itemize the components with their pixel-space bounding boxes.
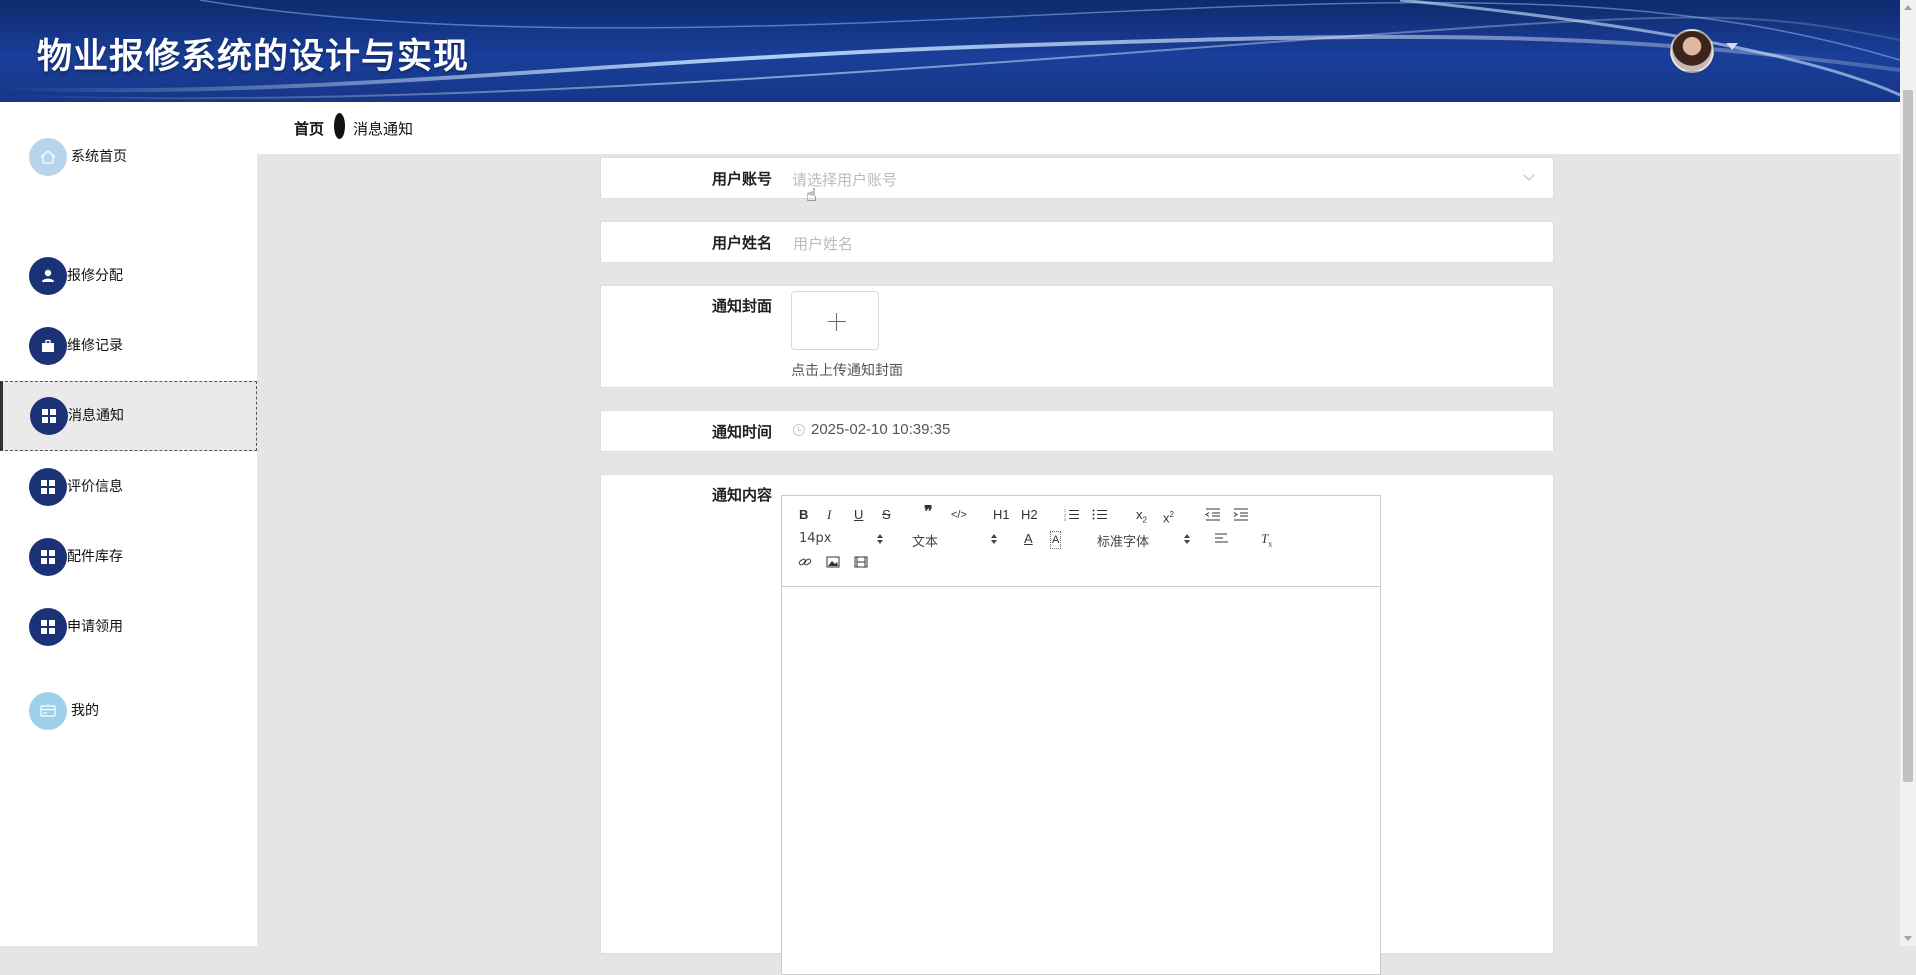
account-label: 用户账号 <box>711 170 772 188</box>
sidebar-item-label: 报修分配 <box>67 268 123 284</box>
header-select[interactable]: 文本 <box>912 531 997 550</box>
grid-icon <box>29 468 67 506</box>
grid-icon <box>29 538 67 576</box>
breadcrumb-home[interactable]: 首页 <box>294 118 324 139</box>
code-block-icon[interactable]: </> <box>951 507 967 523</box>
sidebar-item-label: 消息通知 <box>68 408 124 424</box>
header-2-icon[interactable]: H2 <box>1021 507 1038 523</box>
mouse-cursor-icon: ☝ <box>806 185 817 206</box>
sidebar-item-mine[interactable]: 我的 <box>0 676 257 746</box>
sidebar-item-home[interactable]: 系统首页 <box>0 122 257 192</box>
sidebar-item-parts-stock[interactable]: 配件库存 <box>0 522 257 592</box>
user-icon <box>29 257 67 295</box>
header-1-icon[interactable]: H1 <box>993 507 1010 523</box>
sidebar-item-label: 维修记录 <box>67 338 123 354</box>
home-icon <box>29 138 67 176</box>
scroll-up-arrow[interactable] <box>1904 5 1912 10</box>
clock-icon <box>793 424 805 436</box>
chevron-down-icon[interactable] <box>1523 169 1535 181</box>
scrollbar-thumb[interactable] <box>1903 90 1913 782</box>
link-icon[interactable] <box>798 556 812 568</box>
ordered-list-icon[interactable]: 123 <box>1064 508 1080 521</box>
breadcrumb-current: 消息通知 <box>353 120 414 138</box>
sidebar-item-label: 评价信息 <box>67 479 123 495</box>
image-icon[interactable] <box>826 556 840 568</box>
breadcrumb: 首页 消息通知 <box>257 102 1900 154</box>
rich-text-editor[interactable]: B I U S ❞ </> H1 H2 123 x2 x2 14px 文本 A … <box>781 495 1381 975</box>
grid-icon <box>30 397 68 435</box>
select-arrows-icon <box>876 534 884 544</box>
background-color-icon[interactable]: A <box>1050 531 1062 549</box>
cover-row: 通知封面 点击上传通知封面 <box>600 285 1554 388</box>
app-header: 物业报修系统的设计与实现 <box>0 0 1900 102</box>
datetime-input[interactable]: 2025-02-10 10:39:35 <box>811 421 950 438</box>
time-label: 通知时间 <box>711 423 772 441</box>
chevron-down-icon[interactable] <box>1726 43 1738 50</box>
card-icon <box>29 692 67 730</box>
upload-tip: 点击上传通知封面 <box>791 363 903 379</box>
page-scrollbar[interactable] <box>1900 0 1916 946</box>
subscript-icon[interactable]: x2 <box>1136 507 1147 529</box>
name-input[interactable]: 用户姓名 <box>793 233 853 254</box>
account-row: 用户账号 请选择用户账号 <box>600 157 1554 199</box>
editor-toolbar: B I U S ❞ </> H1 H2 123 x2 x2 14px 文本 A … <box>782 496 1380 587</box>
grid-icon <box>29 608 67 646</box>
svg-text:3: 3 <box>1064 517 1066 521</box>
indent-icon[interactable] <box>1233 508 1249 521</box>
sidebar-item-label: 配件库存 <box>67 549 123 565</box>
content-row: 通知内容 B I U S ❞ </> H1 H2 123 x2 x2 14px … <box>600 474 1554 975</box>
name-label: 用户姓名 <box>711 234 772 252</box>
editor-content-area[interactable] <box>782 587 1380 974</box>
superscript-icon[interactable]: x2 <box>1163 507 1174 526</box>
name-row: 用户姓名 用户姓名 <box>600 221 1554 263</box>
select-arrows-icon <box>1183 534 1191 544</box>
cover-label: 通知封面 <box>711 297 772 315</box>
clear-format-icon[interactable]: Tx <box>1261 531 1272 553</box>
font-family-select[interactable]: 标准字体 <box>1097 531 1190 550</box>
video-icon[interactable] <box>854 556 868 568</box>
underline-icon[interactable]: U <box>854 507 863 523</box>
sidebar: 系统首页 报修分配 维修记录 消息通知 评价信息 配件库存 申请领用 我的 <box>0 102 257 946</box>
bold-icon[interactable]: B <box>799 507 808 523</box>
sidebar-item-apply-use[interactable]: 申请领用 <box>0 592 257 662</box>
italic-icon[interactable]: I <box>827 507 831 523</box>
font-size-select[interactable]: 14px <box>799 531 883 546</box>
sidebar-item-notifications[interactable]: 消息通知 <box>0 381 257 451</box>
outdent-icon[interactable] <box>1205 508 1221 521</box>
sidebar-item-repair-assign[interactable]: 报修分配 <box>0 241 257 311</box>
strike-icon[interactable]: S <box>882 507 891 523</box>
app-title: 物业报修系统的设计与实现 <box>37 37 470 77</box>
blockquote-icon[interactable]: ❞ <box>924 505 933 521</box>
avatar[interactable] <box>1670 29 1714 73</box>
sidebar-item-label: 系统首页 <box>71 149 127 165</box>
bullet-list-icon[interactable] <box>1092 508 1108 521</box>
select-arrows-icon <box>990 534 998 544</box>
content-label: 通知内容 <box>711 486 772 504</box>
breadcrumb-separator <box>334 113 345 139</box>
sidebar-item-repair-records[interactable]: 维修记录 <box>0 311 257 381</box>
font-color-icon[interactable]: A <box>1024 531 1033 547</box>
cover-upload-button[interactable] <box>791 291 879 350</box>
time-row: 通知时间 2025-02-10 10:39:35 <box>600 410 1554 452</box>
plus-icon <box>828 321 846 322</box>
scroll-down-arrow[interactable] <box>1904 936 1912 941</box>
sidebar-item-reviews[interactable]: 评价信息 <box>0 452 257 522</box>
briefcase-icon <box>29 327 67 365</box>
align-left-icon[interactable] <box>1215 533 1229 545</box>
sidebar-item-label: 我的 <box>71 703 99 719</box>
sidebar-item-label: 申请领用 <box>67 619 123 635</box>
